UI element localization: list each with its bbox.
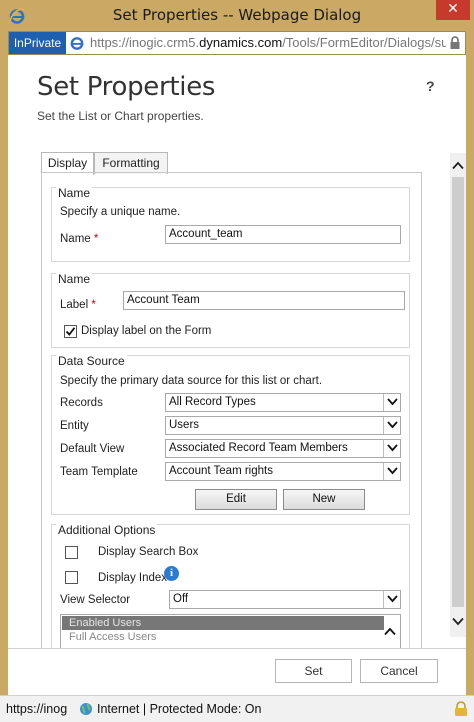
list-item[interactable]: Enabled Users <box>62 616 384 630</box>
data-source-hint: Specify the primary data source for this… <box>60 375 323 387</box>
globe-icon <box>80 703 92 715</box>
scrollbar-thumb[interactable] <box>452 177 464 607</box>
chevron-down-icon[interactable] <box>383 463 400 480</box>
edit-button[interactable]: Edit <box>195 489 277 510</box>
url-text: https://inogic.crm5.dynamics.com/Tools/F… <box>90 35 446 50</box>
search-box-checkbox[interactable] <box>65 546 78 559</box>
window-title: Set Properties -- Webpage Dialog <box>112 6 362 24</box>
label-section-title: Name <box>56 272 93 286</box>
address-bar[interactable]: InPrivate https://inogic.crm5.dynamics.c… <box>8 31 466 55</box>
status-bar: https://inog Internet | Protected Mode: … <box>0 695 474 722</box>
entity-label: Entity <box>60 420 89 432</box>
tab-formatting[interactable]: Formatting <box>94 152 168 174</box>
title-bar: Set Properties -- Webpage Dialog ✕ <box>0 0 474 31</box>
entity-select[interactable]: Users <box>165 416 401 435</box>
search-box-label: Display Search Box <box>98 546 199 558</box>
chevron-down-icon[interactable] <box>383 591 400 608</box>
info-icon[interactable]: i <box>164 566 179 581</box>
view-selector-label: View Selector <box>60 594 131 606</box>
team-template-label: Team Template <box>60 466 138 478</box>
chevron-down-icon[interactable] <box>383 440 400 457</box>
name-hint: Specify a unique name. <box>60 206 181 218</box>
label-section: Name Label * Account Team Display label … <box>51 272 410 348</box>
additional-options-title: Additional Options <box>56 523 158 537</box>
label-field-label: Label * <box>60 299 96 311</box>
vertical-scrollbar[interactable] <box>450 153 466 637</box>
inprivate-badge: InPrivate <box>9 32 66 54</box>
view-selector-select[interactable]: Off <box>169 590 401 609</box>
status-url: https://inog <box>6 702 68 716</box>
page-subtitle: Set the List or Chart properties. <box>37 109 204 123</box>
lock-icon[interactable] <box>449 36 461 50</box>
default-view-select[interactable]: Associated Record Team Members <box>165 439 401 458</box>
status-zone: Internet | Protected Mode: On <box>97 702 262 716</box>
name-label: Name * <box>60 233 99 245</box>
display-index-checkbox[interactable] <box>65 571 78 584</box>
name-section-title: Name <box>56 186 93 200</box>
chevron-up-icon[interactable] <box>384 627 396 636</box>
chevron-down-icon[interactable] <box>383 417 400 434</box>
team-template-select[interactable]: Account Team rights <box>165 462 401 481</box>
page-title: Set Properties <box>37 72 216 102</box>
list-item[interactable]: Full Access Users <box>62 630 384 644</box>
set-button[interactable]: Set <box>275 659 352 683</box>
required-marker: * <box>91 299 96 311</box>
name-input[interactable]: Account_team <box>165 225 401 244</box>
lock-status-icon <box>455 701 467 716</box>
chevron-down-icon[interactable] <box>383 394 400 411</box>
help-icon[interactable]: ? <box>426 78 435 94</box>
label-input[interactable]: Account Team <box>123 291 405 310</box>
data-source-section: Data Source Specify the primary data sou… <box>51 354 410 515</box>
close-button[interactable]: ✕ <box>436 0 470 20</box>
required-marker: * <box>93 233 99 245</box>
data-source-title: Data Source <box>56 354 127 368</box>
display-label-checkbox[interactable] <box>64 325 77 338</box>
display-index-label: Display Index <box>98 572 168 584</box>
scroll-down-icon[interactable] <box>450 613 466 631</box>
dialog-footer: Set Cancel <box>8 648 466 695</box>
new-button[interactable]: New <box>283 489 365 510</box>
cancel-button[interactable]: Cancel <box>360 659 438 683</box>
name-section: Name Specify a unique name. Name * Accou… <box>51 186 410 262</box>
checkmark-icon <box>65 327 76 336</box>
records-label: Records <box>60 397 103 409</box>
scroll-up-icon[interactable] <box>450 157 466 175</box>
ie-page-icon <box>70 37 84 50</box>
records-select[interactable]: All Record Types <box>165 393 401 412</box>
default-view-label: Default View <box>60 443 125 455</box>
dialog-page: Set Properties ? Set the List or Chart p… <box>8 55 466 695</box>
display-label-text: Display label on the Form <box>81 325 212 337</box>
